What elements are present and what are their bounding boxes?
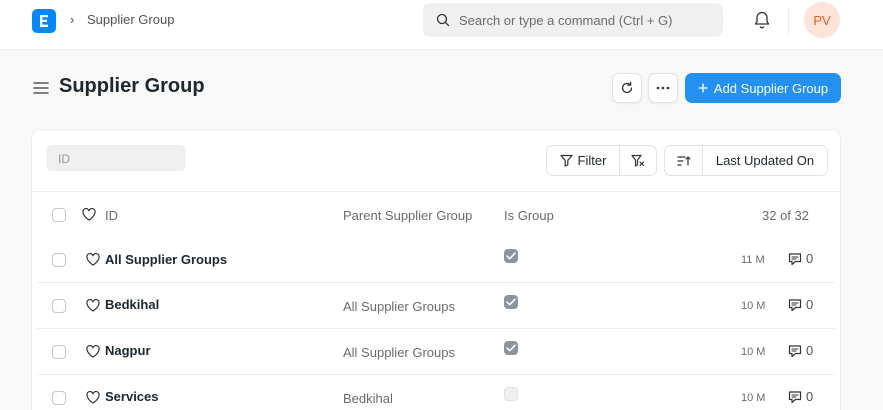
- heart-icon[interactable]: [86, 345, 100, 358]
- row-modified: 11 M: [741, 254, 765, 266]
- add-supplier-group-button[interactable]: Add Supplier Group: [685, 73, 841, 103]
- navbar: › Supplier Group Search or type a comman…: [0, 0, 883, 50]
- record-count: 32 of 32: [762, 208, 809, 223]
- row-comments[interactable]: 0: [788, 343, 813, 358]
- column-header-is-group: Is Group: [504, 208, 554, 223]
- filter-clear-icon: [631, 154, 645, 167]
- select-all-checkbox[interactable]: [52, 208, 66, 222]
- navbar-divider: [788, 8, 789, 34]
- refresh-icon: [621, 81, 633, 94]
- row-checkbox[interactable]: [52, 391, 66, 405]
- table-row[interactable]: Bedkihal All Supplier Groups 10 M 0: [37, 283, 835, 329]
- row-id-link[interactable]: All Supplier Groups: [105, 252, 227, 267]
- column-header-id: ID: [105, 208, 118, 223]
- list-header-row: ID Parent Supplier Group Is Group 32 of …: [32, 191, 840, 237]
- filter-button-group: Filter: [546, 145, 657, 176]
- is-group-checked-icon: [504, 341, 518, 355]
- id-filter-placeholder: ID: [58, 152, 70, 166]
- notifications-bell-icon[interactable]: [753, 10, 771, 33]
- plus-icon: [698, 83, 708, 93]
- heart-icon[interactable]: [86, 253, 100, 266]
- user-avatar[interactable]: PV: [804, 2, 840, 38]
- row-comments[interactable]: 0: [788, 297, 813, 312]
- heart-icon[interactable]: [86, 299, 100, 312]
- comment-icon: [788, 298, 802, 311]
- is-group-checked-icon: [504, 295, 518, 309]
- comment-icon: [788, 252, 802, 265]
- comment-count: 0: [806, 389, 814, 404]
- comment-count: 0: [806, 343, 814, 358]
- more-actions-button[interactable]: [648, 73, 678, 103]
- sort-button-group: Last Updated On: [664, 145, 828, 176]
- sidebar-toggle-icon[interactable]: [33, 81, 49, 98]
- heart-icon[interactable]: [86, 391, 100, 404]
- row-modified: 10 M: [741, 346, 766, 358]
- row-checkbox[interactable]: [52, 345, 66, 359]
- row-id-link[interactable]: Bedkihal: [105, 297, 159, 312]
- page-title: Supplier Group: [59, 75, 205, 97]
- row-id-link[interactable]: Nagpur: [105, 343, 151, 358]
- sort-order-icon: [676, 155, 691, 166]
- row-id-link[interactable]: Services: [105, 389, 159, 404]
- comment-count: 0: [806, 297, 814, 312]
- filter-icon: [559, 154, 573, 167]
- table-row[interactable]: Services Bedkihal 10 M 0: [37, 375, 835, 410]
- ellipsis-icon: [656, 86, 670, 90]
- clear-filters-button[interactable]: [620, 146, 656, 175]
- refresh-button[interactable]: [612, 73, 642, 103]
- comment-count: 0: [806, 251, 814, 266]
- row-modified: 10 M: [741, 392, 766, 404]
- is-group-unchecked-icon: [504, 387, 518, 401]
- row-comments[interactable]: 0: [788, 251, 813, 266]
- app-logo[interactable]: [32, 9, 56, 33]
- search-bar[interactable]: Search or type a command (Ctrl + G): [423, 3, 723, 37]
- id-filter-input[interactable]: ID: [46, 145, 186, 171]
- row-checkbox[interactable]: [52, 299, 66, 313]
- table-row[interactable]: All Supplier Groups 11 M 0: [37, 237, 835, 283]
- comment-icon: [788, 390, 802, 403]
- search-icon: [436, 13, 450, 27]
- row-checkbox[interactable]: [52, 253, 66, 267]
- column-header-parent-supplier-group: Parent Supplier Group: [343, 208, 473, 223]
- heart-icon[interactable]: [82, 208, 96, 221]
- is-group-checked-icon: [504, 249, 518, 263]
- row-parent: All Supplier Groups: [343, 345, 455, 360]
- sort-field-button[interactable]: Last Updated On: [703, 146, 827, 175]
- add-button-label: Add Supplier Group: [713, 80, 829, 96]
- row-modified: 10 M: [741, 300, 766, 312]
- row-parent: All Supplier Groups: [343, 299, 455, 314]
- table-row[interactable]: Nagpur All Supplier Groups 10 M 0: [37, 329, 835, 375]
- filter-label: Filter: [577, 153, 607, 168]
- breadcrumb-supplier-group[interactable]: Supplier Group: [87, 12, 174, 27]
- comment-icon: [788, 344, 802, 357]
- row-comments[interactable]: 0: [788, 389, 813, 404]
- sort-direction-button[interactable]: [665, 146, 703, 175]
- list-card: ID Filter Last Updated On ID Parent Supp…: [31, 129, 841, 410]
- breadcrumb-chevron-icon: ›: [70, 12, 75, 27]
- row-parent: Bedkihal: [343, 391, 393, 406]
- search-placeholder: Search or type a command (Ctrl + G): [459, 13, 673, 28]
- filter-button[interactable]: Filter: [547, 146, 620, 175]
